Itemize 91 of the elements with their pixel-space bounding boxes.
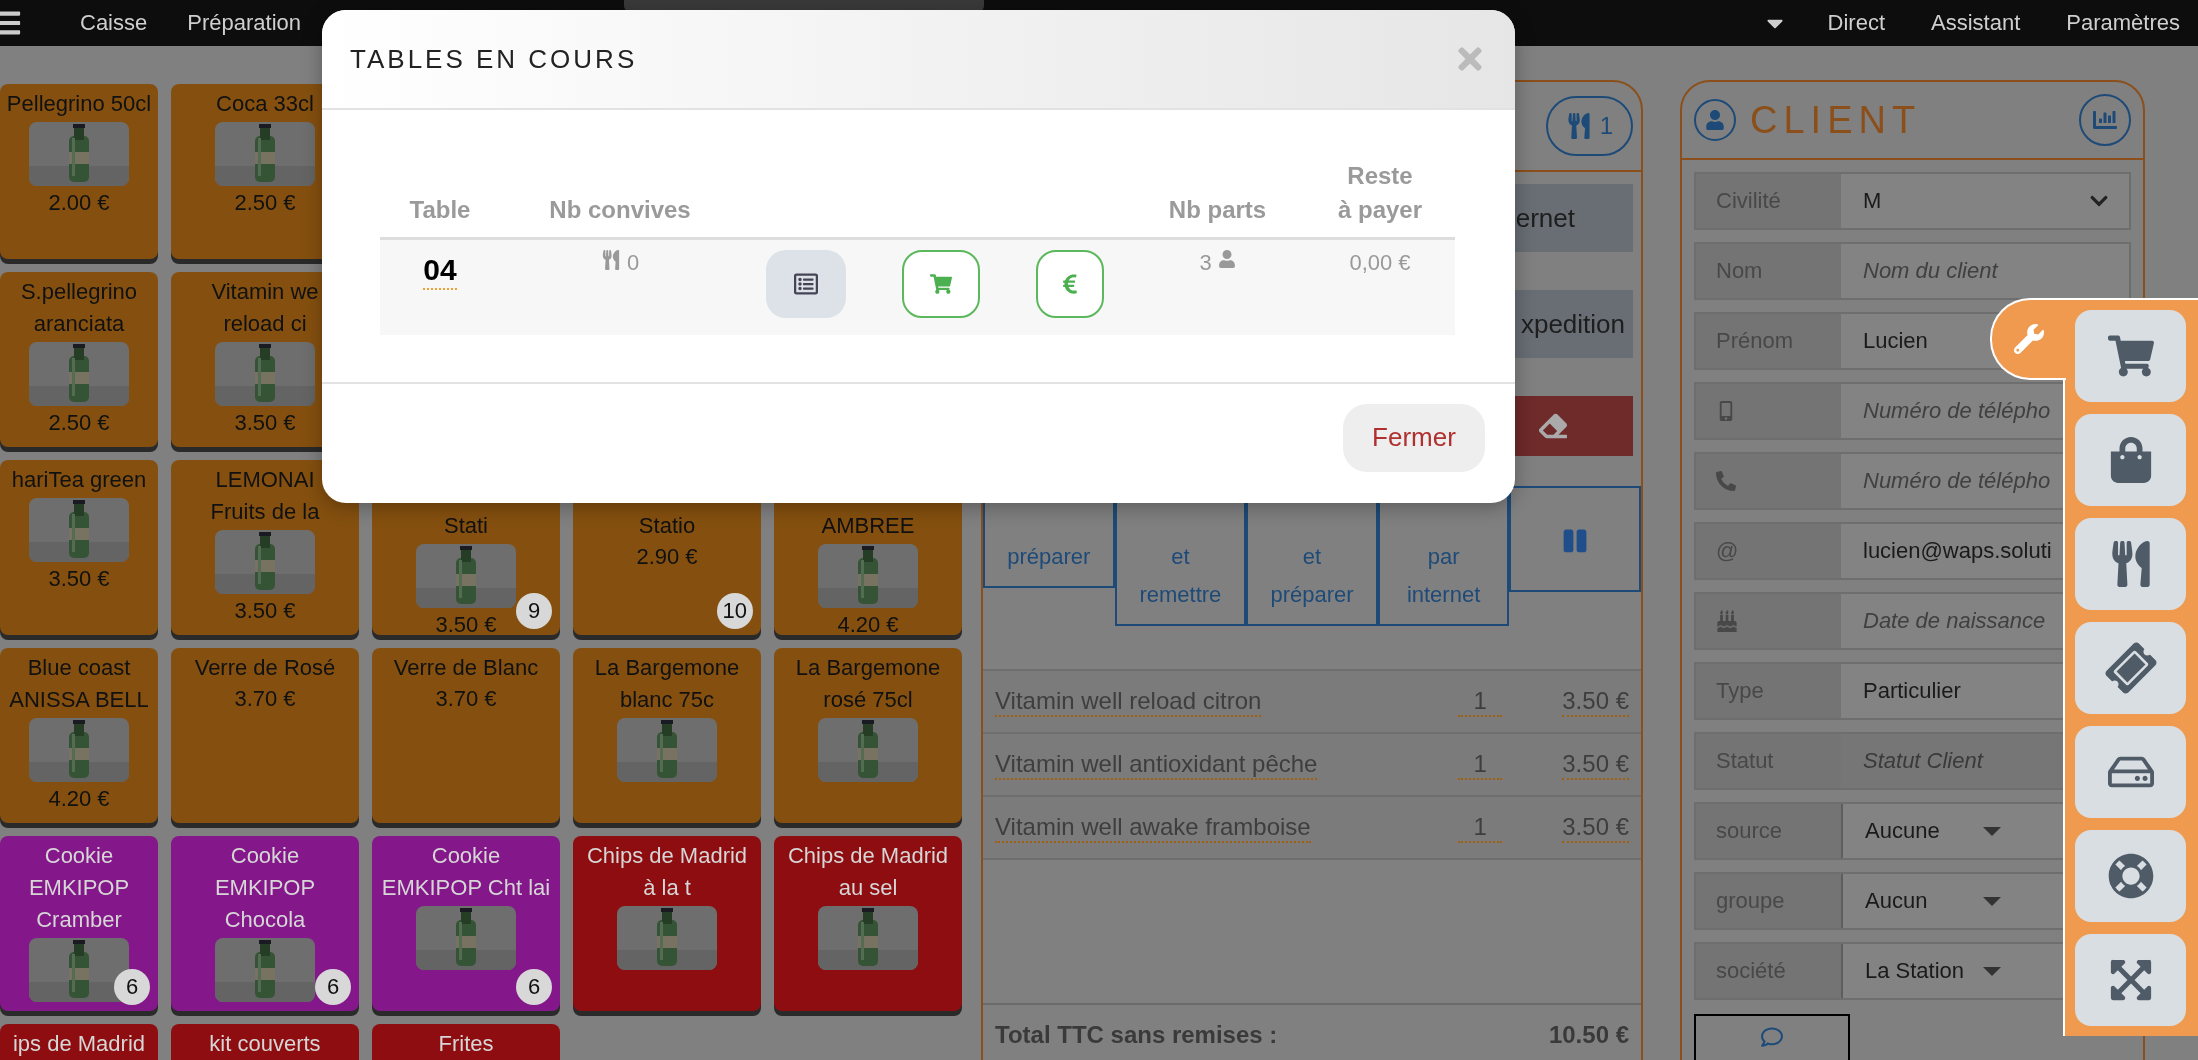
column-header: Nb convives [549, 195, 691, 225]
stock-badge: 6 [114, 969, 150, 1005]
product-price: 3.50 € [234, 409, 296, 437]
product-name: Stati [444, 512, 488, 540]
product-name: ips de Madrid [12, 1030, 146, 1058]
nav-link[interactable]: Assistant [1931, 10, 2021, 36]
product-price: 3.50 € [48, 565, 110, 593]
item-quantity[interactable]: 1 [1458, 686, 1503, 717]
item-name[interactable]: Vitamin well antioxidant pêche [995, 749, 1318, 780]
product-price: 2.90 € [636, 543, 698, 571]
item-name[interactable]: Vitamin well reload citron [995, 686, 1262, 717]
product-price: 3.70 € [435, 685, 497, 713]
item-quantity[interactable]: 1 [1458, 749, 1503, 780]
product-name: AMBREE [821, 512, 915, 540]
product-name: La Bargemone rosé 75cl [795, 654, 941, 714]
item-price[interactable]: 3.50 € [1562, 812, 1629, 843]
utensils-icon [1565, 113, 1592, 139]
cart-icon [930, 273, 952, 295]
item-name[interactable]: Vitamin well awake framboise [995, 812, 1311, 843]
product-name: Statio [638, 512, 696, 540]
product-name: Cookie EMKIPOP Cht lai [381, 842, 551, 902]
dock-button[interactable] [2075, 830, 2186, 922]
dock-button[interactable] [2075, 414, 2186, 506]
stock-badge: 9 [516, 593, 552, 629]
bar-chart-icon [2093, 108, 2117, 132]
product-name: Pellegrino 50cl [6, 90, 152, 118]
panel-title: CLIENT [1750, 98, 1922, 142]
amount-due: 0,00 € [1349, 250, 1411, 276]
product-price: 4.20 € [837, 611, 899, 635]
nav-link[interactable]: Préparation [187, 10, 301, 36]
comment-button[interactable] [1694, 1014, 1850, 1060]
product-name: Verre de Rosé [194, 654, 336, 682]
eraser-icon [1539, 412, 1567, 440]
product-price: 2.50 € [48, 409, 110, 437]
person-icon [1217, 250, 1236, 268]
product-name: Blue coast ANISSA BELL [9, 654, 149, 714]
product-tile[interactable]: ips de Madrid [0, 1024, 158, 1060]
product-price: 3.50 € [435, 611, 497, 635]
table-number[interactable]: 04 [423, 252, 457, 290]
product-price: 3.50 € [234, 597, 296, 625]
user-icon [1694, 99, 1736, 141]
product-name: kit couverts [209, 1030, 321, 1058]
item-price[interactable]: 3.50 € [1562, 686, 1629, 717]
dock-button[interactable] [2075, 934, 2186, 1026]
product-name: LEMONAI Fruits de la [210, 466, 320, 526]
caret-down-icon [1983, 966, 2001, 976]
nav-link[interactable]: Paramètres [2066, 10, 2180, 36]
product-name: Cookie EMKIPOP Chocola [214, 842, 316, 934]
modal-title: TABLES EN COURS [350, 43, 638, 75]
column-header: Table [409, 195, 471, 225]
stock-badge: 6 [315, 969, 351, 1005]
product-name: Cookie EMKIPOP Cramber [28, 842, 130, 934]
product-tile[interactable]: kit couverts [171, 1024, 359, 1060]
covers-button[interactable]: 1 [1545, 96, 1633, 156]
column-header: Reste à payer [1337, 161, 1423, 225]
product-name: La Bargemone blanc 75c [594, 654, 740, 714]
product-price: 3.70 € [234, 685, 296, 713]
close-button[interactable]: Fermer [1343, 403, 1485, 472]
product-name: S.pellegrino aranciata [20, 278, 138, 338]
product-price: 2.00 € [48, 189, 110, 217]
speech-bubble-icon [1761, 1026, 1783, 1048]
product-name: Chips de Madrid à la t [586, 842, 748, 902]
product-tile[interactable]: Frites [372, 1024, 560, 1060]
total-label: Total TTC sans remises : [995, 1021, 1278, 1049]
product-name: Verre de Blanc [393, 654, 539, 682]
stock-badge: 10 [716, 593, 753, 629]
list-icon [794, 272, 818, 296]
utensils-icon [600, 250, 621, 270]
pause-icon [1562, 528, 1589, 554]
details-button[interactable] [766, 250, 846, 318]
caret-down-icon [1983, 896, 2001, 906]
column-header: Nb parts [1168, 195, 1267, 225]
nav-link[interactable]: Caisse [80, 10, 148, 36]
product-name: hariTea green [11, 466, 147, 494]
lifebuoy-icon [2107, 853, 2154, 899]
product-price: 4.20 € [48, 785, 110, 813]
product-name: Vitamin we reload ci [211, 278, 319, 338]
caret-down-icon [1983, 826, 2001, 836]
product-price: 2.50 € [234, 189, 296, 217]
dock-button[interactable] [2075, 622, 2186, 714]
product-name: Chips de Madrid au sel [787, 842, 949, 902]
item-quantity[interactable]: 1 [1458, 812, 1503, 843]
product-name: Frites [438, 1030, 494, 1058]
item-price[interactable]: 3.50 € [1562, 749, 1629, 780]
covers-count: 0 [626, 250, 640, 276]
cart-button[interactable] [902, 250, 980, 318]
product-name: Coca 33cl [216, 90, 314, 118]
nav-link[interactable]: Direct [1827, 10, 1885, 36]
total-value: 10.50 € [1548, 1021, 1629, 1049]
stock-badge: 6 [516, 969, 552, 1005]
parts-count: 3 [1199, 250, 1212, 276]
